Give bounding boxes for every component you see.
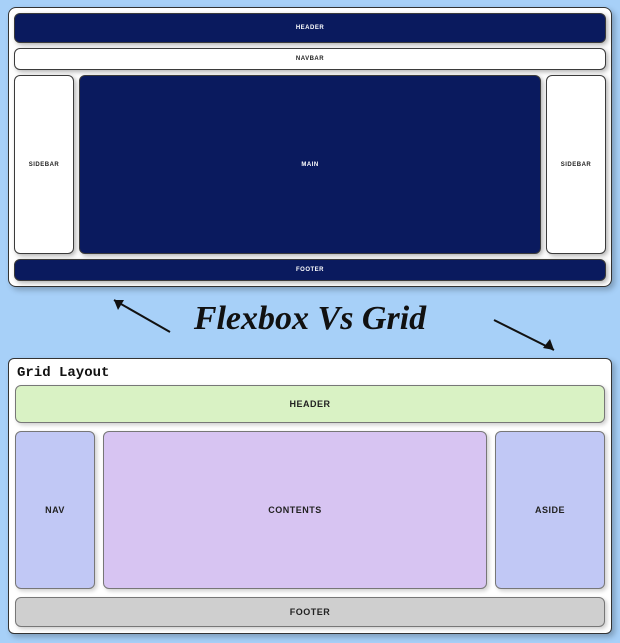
grid-nav: NAV [15, 431, 95, 589]
flexbox-main: MAIN [79, 75, 541, 254]
grid-layout-area: HEADER NAV CONTENTS ASIDE FOOTER [15, 385, 605, 627]
flexbox-middle-row: SIDEBAR MAIN SIDEBAR [14, 75, 606, 254]
flexbox-footer: FOOTER [14, 259, 606, 281]
grid-header: HEADER [15, 385, 605, 423]
grid-footer: FOOTER [15, 597, 605, 627]
comparison-title: Flexbox Vs Grid [0, 300, 620, 338]
grid-aside: ASIDE [495, 431, 605, 589]
grid-contents: CONTENTS [103, 431, 487, 589]
flexbox-header: HEADER [14, 13, 606, 43]
flexbox-layout-panel: HEADER NAVBAR SIDEBAR MAIN SIDEBAR FOOTE… [8, 7, 612, 287]
flexbox-sidebar-left: SIDEBAR [14, 75, 74, 254]
comparison-title-area: Flexbox Vs Grid [0, 294, 620, 356]
flexbox-navbar: NAVBAR [14, 48, 606, 70]
flexbox-sidebar-right: SIDEBAR [546, 75, 606, 254]
grid-layout-panel: Grid Layout HEADER NAV CONTENTS ASIDE FO… [8, 358, 612, 634]
grid-layout-title: Grid Layout [15, 363, 605, 385]
